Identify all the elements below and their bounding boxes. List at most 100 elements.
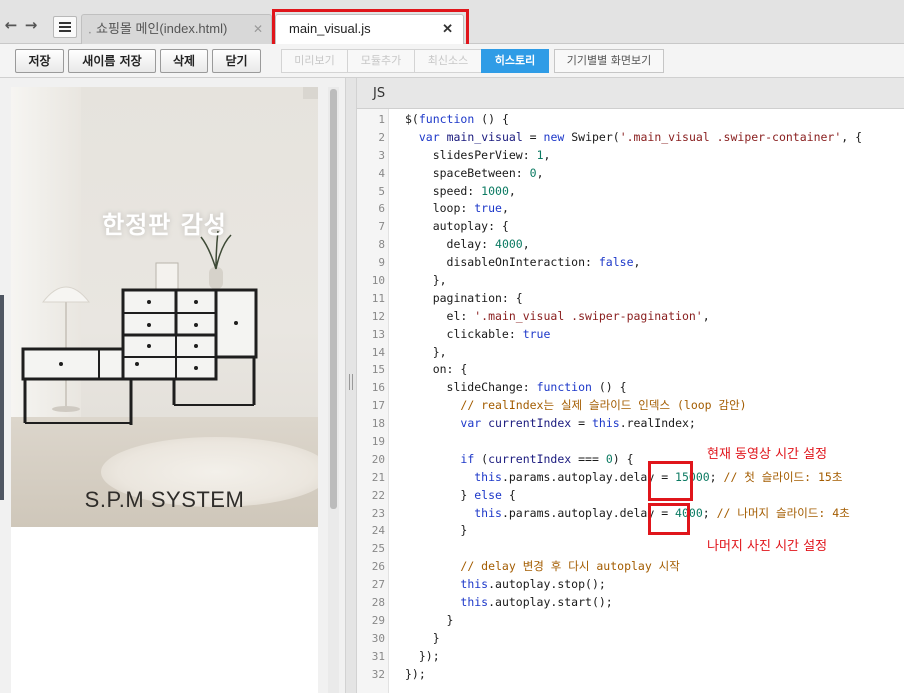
forward-arrow-icon[interactable]: → <box>22 16 40 34</box>
tab-latest-source[interactable]: 최신소스 <box>414 49 482 73</box>
line-number: 2 <box>378 130 385 144</box>
line-number: 3 <box>378 148 385 162</box>
save-as-button[interactable]: 새이름 저장 <box>68 49 156 73</box>
scrollbar-thumb[interactable] <box>330 89 337 509</box>
line-number: 24 <box>371 524 385 538</box>
code-text: autoplay: { <box>405 219 509 234</box>
line-number: 4 <box>378 166 385 180</box>
code-line[interactable]: 31 }); <box>357 648 904 666</box>
tab-main-visual-js[interactable]: main_visual.js ✕ <box>275 14 464 44</box>
code-body[interactable]: 1 $(function () {2 var main_visual = new … <box>357 111 904 684</box>
code-line[interactable]: 30 } <box>357 630 904 648</box>
line-number: 27 <box>371 578 385 592</box>
close-icon[interactable]: ✕ <box>442 15 453 43</box>
code-text: } <box>405 612 454 627</box>
drag-handle[interactable] <box>0 295 4 500</box>
back-arrow-icon[interactable]: ← <box>2 16 20 34</box>
code-text: clickable: true <box>405 326 551 341</box>
line-number: 8 <box>378 238 385 252</box>
line-number: 29 <box>371 613 385 627</box>
main-visual-image: 한정판 감성 S.P.M SYSTEM <box>11 87 318 527</box>
code-editor[interactable]: JS 1 $(function () {2 var main_visual = n… <box>357 78 904 693</box>
code-text: $(function () { <box>405 112 509 126</box>
code-text: // delay 변경 후 다시 autoplay 시작 <box>460 559 680 574</box>
page-icon: ‧ <box>88 26 92 40</box>
code-line[interactable]: 26 // delay 변경 후 다시 autoplay 시작 <box>357 558 904 576</box>
line-number: 9 <box>378 256 385 270</box>
code-line[interactable]: 11 pagination: { <box>357 290 904 308</box>
code-line[interactable]: 22 } else { <box>357 487 904 505</box>
line-number: 12 <box>371 309 385 323</box>
code-text: this.params.autoplay.delay = 4000; // 나머… <box>474 505 850 520</box>
main-visual-title: 한정판 감성 <box>102 211 227 239</box>
tab-label: 쇼핑몰 메인(index.html) <box>96 21 228 36</box>
line-number: 21 <box>371 470 385 484</box>
code-text: }, <box>405 273 447 288</box>
code-line[interactable]: 12 el: '.main_visual .swiper-pagination'… <box>357 308 904 326</box>
code-line[interactable]: 5 speed: 1000, <box>357 183 904 201</box>
code-text: }, <box>405 344 447 359</box>
annotation-video-time: 현재 동영상 시간 설정 <box>707 447 828 462</box>
code-line[interactable]: 9 disableOnInteraction: false, <box>357 254 904 272</box>
code-text: this.autoplay.start(); <box>460 595 613 610</box>
line-number: 22 <box>371 488 385 502</box>
delete-button[interactable]: 삭제 <box>160 49 208 73</box>
code-line[interactable]: 10 }, <box>357 272 904 290</box>
code-line[interactable]: 14 }, <box>357 344 904 362</box>
close-button[interactable]: 닫기 <box>212 49 261 73</box>
tab-bar: ← → ‧ 쇼핑몰 메인(index.html) ✕ main_visual.j… <box>0 0 904 54</box>
tab-history[interactable]: 히스토리 <box>481 49 549 73</box>
code-text: // realIndex는 실제 슬라이드 인덱스 (loop 감안) <box>460 398 747 413</box>
brand-text: S.P.M SYSTEM <box>84 487 245 512</box>
code-line[interactable]: 29 } <box>357 612 904 630</box>
code-line[interactable]: 16 slideChange: function () { <box>357 379 904 397</box>
code-text: pagination: { <box>405 290 523 305</box>
line-number: 16 <box>371 381 385 395</box>
code-text: } else { <box>405 487 516 502</box>
line-number: 20 <box>371 452 385 466</box>
code-line[interactable]: 1 $(function () { <box>357 111 904 129</box>
preview-scrollbar[interactable] <box>328 87 339 693</box>
furniture-illustration <box>21 87 318 425</box>
save-button[interactable]: 저장 <box>15 49 64 73</box>
code-text: var main_visual = new Swiper('.main_visu… <box>418 129 863 144</box>
device-view-button[interactable]: 기기별별 화면보기 <box>554 49 664 73</box>
code-line[interactable]: 3 slidesPerView: 1, <box>357 147 904 165</box>
tab-preview[interactable]: 미리보기 <box>281 49 348 73</box>
code-line[interactable]: 27 this.autoplay.stop(); <box>357 576 904 594</box>
code-line[interactable]: 23 this.params.autoplay.delay = 4000; //… <box>357 505 904 523</box>
code-line[interactable]: 21 this.params.autoplay.delay = 15000; /… <box>357 469 904 487</box>
code-text: this.autoplay.stop(); <box>460 577 606 592</box>
code-line[interactable]: 7 autoplay: { <box>357 218 904 236</box>
line-number: 5 <box>378 184 385 198</box>
code-line[interactable]: 17 // realIndex는 실제 슬라이드 인덱스 (loop 감안) <box>357 397 904 415</box>
list-menu-button[interactable] <box>53 16 77 38</box>
code-text: } <box>405 523 468 538</box>
annotation-photo-time: 나머지 사진 시간 설정 <box>707 539 828 554</box>
tab-add-module[interactable]: 모듈추가 <box>347 49 415 73</box>
code-text: disableOnInteraction: false, <box>405 255 641 270</box>
line-number: 19 <box>371 435 385 449</box>
code-text: loop: true, <box>405 201 509 216</box>
code-line[interactable]: 6 loop: true, <box>357 200 904 218</box>
code-line[interactable]: 13 clickable: true <box>357 326 904 344</box>
code-text: slidesPerView: 1, <box>405 147 551 162</box>
line-number: 23 <box>371 506 385 520</box>
code-text: spaceBetween: 0, <box>405 165 544 180</box>
code-line[interactable]: 8 delay: 4000, <box>357 236 904 254</box>
pane-splitter[interactable] <box>345 78 357 693</box>
code-text: this.params.autoplay.delay = 15000; // 첫… <box>474 469 843 484</box>
code-line[interactable]: 15 on: { <box>357 361 904 379</box>
code-line[interactable]: 28 this.autoplay.start(); <box>357 594 904 612</box>
code-text: }); <box>405 666 426 681</box>
code-line[interactable]: 18 var currentIndex = this.realIndex; <box>357 415 904 433</box>
tab-index-html[interactable]: ‧ 쇼핑몰 메인(index.html) ✕ <box>81 14 272 44</box>
code-line[interactable]: 32}); <box>357 666 904 684</box>
list-icon <box>59 22 71 24</box>
tab-label: main_visual.js <box>289 21 371 36</box>
line-number: 15 <box>371 363 385 377</box>
code-line[interactable]: 4 spaceBetween: 0, <box>357 165 904 183</box>
close-icon[interactable]: ✕ <box>253 15 263 43</box>
line-number: 10 <box>371 274 385 288</box>
code-line[interactable]: 2 var main_visual = new Swiper('.main_vi… <box>357 129 904 147</box>
